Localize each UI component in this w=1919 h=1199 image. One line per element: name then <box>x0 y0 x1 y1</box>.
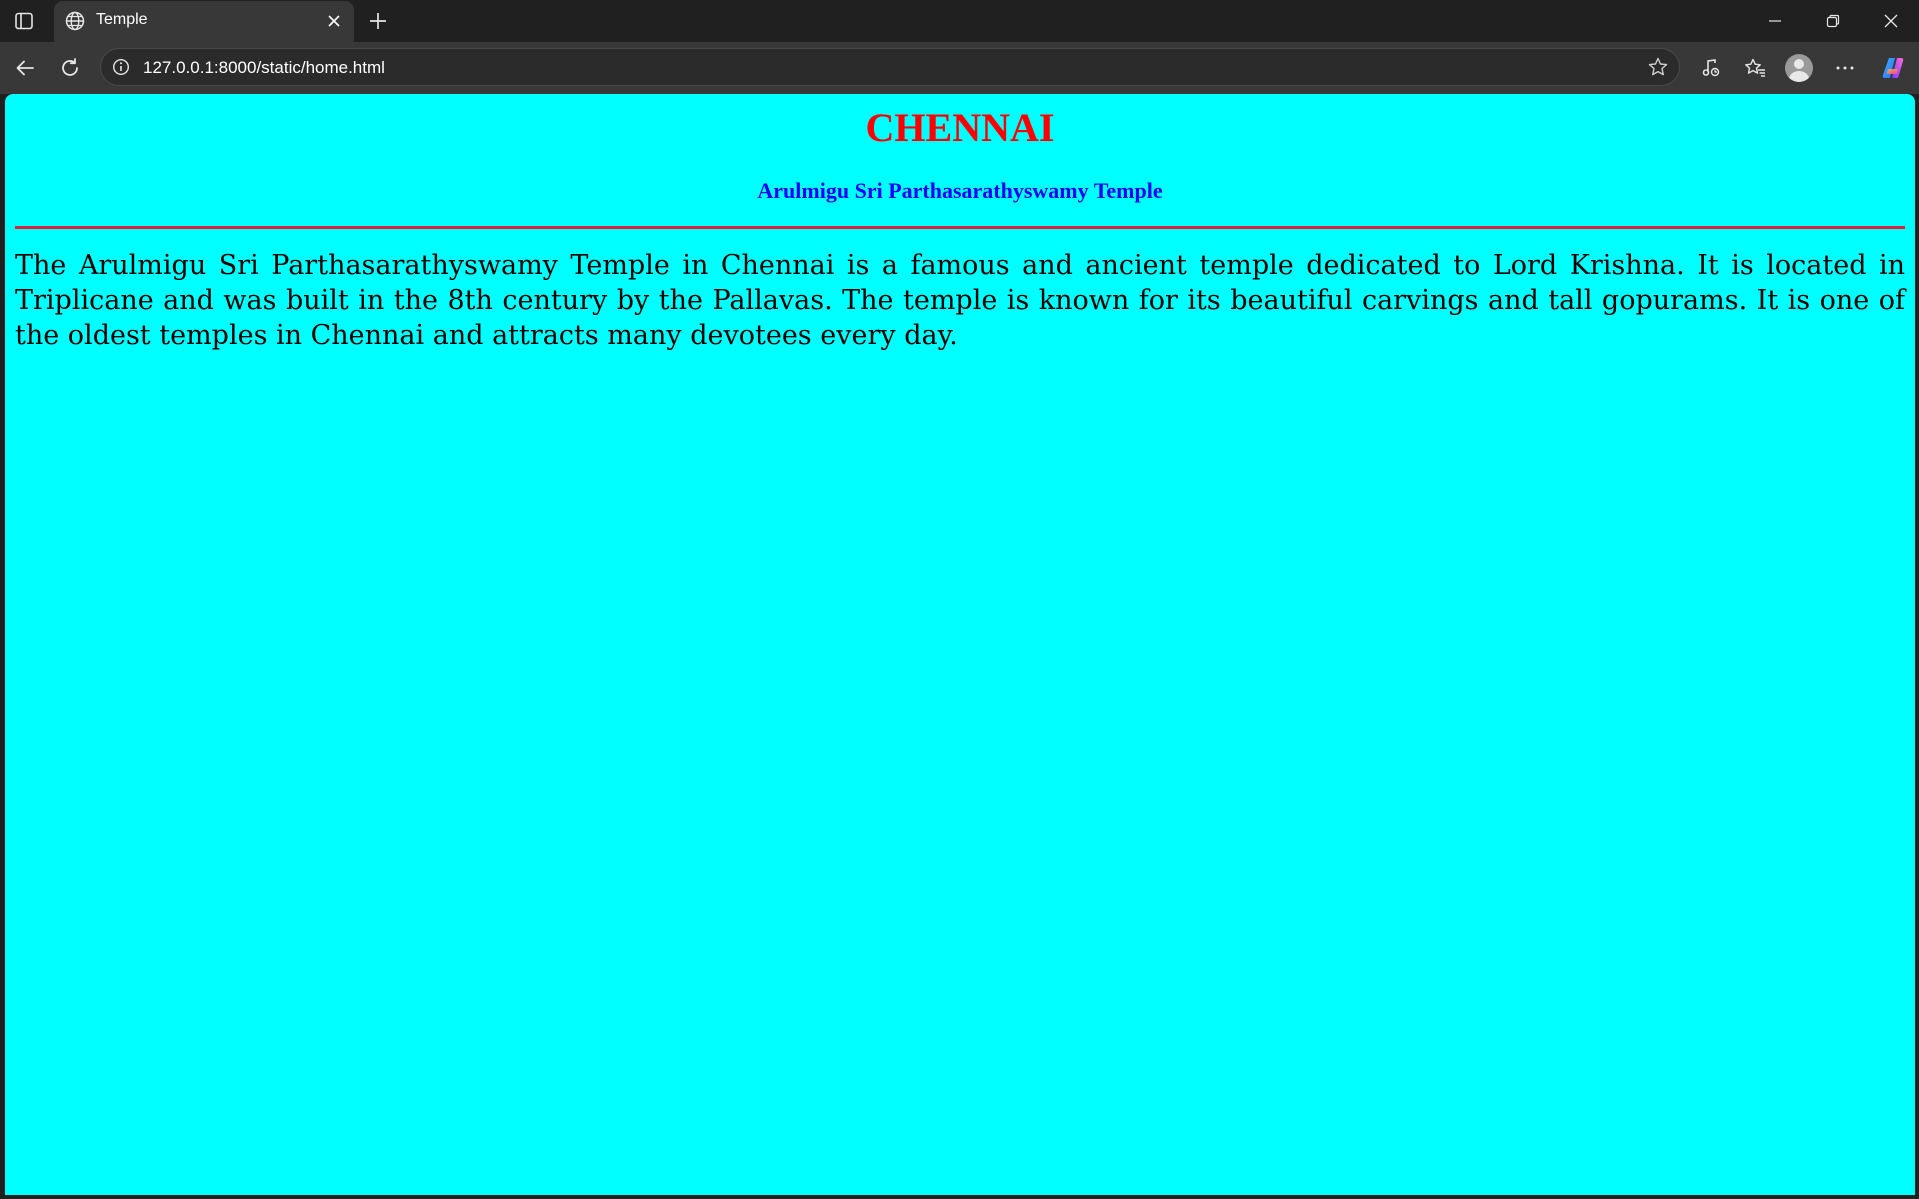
temple-description: The Arulmigu Sri Parthasarathyswamy Temp… <box>15 250 1905 351</box>
browser-tab[interactable]: Temple <box>54 1 354 42</box>
info-icon[interactable] <box>111 57 131 77</box>
url-text[interactable]: 127.0.0.1:8000/static/home.html <box>143 58 1543 78</box>
browser-toolbar: 127.0.0.1:8000/static/home.html <box>0 42 1919 94</box>
media-control-icon <box>1702 59 1720 77</box>
profile-avatar <box>1785 54 1813 82</box>
more-dots-icon <box>1836 66 1854 70</box>
media-control-button[interactable] <box>1696 53 1726 83</box>
copilot-button[interactable] <box>1878 53 1908 83</box>
more-options-button[interactable] <box>1830 53 1860 83</box>
address-bar[interactable]: 127.0.0.1:8000/static/home.html <box>100 48 1680 86</box>
tab-actions-icon[interactable] <box>12 9 36 33</box>
back-arrow-icon <box>16 60 34 76</box>
back-button[interactable] <box>10 53 40 83</box>
temple-name-heading: Arulmigu Sri Parthasarathyswamy Temple <box>757 178 1163 203</box>
new-tab-button[interactable] <box>364 7 392 35</box>
restore-icon <box>1826 14 1840 28</box>
minimize-icon <box>1769 20 1781 22</box>
star-icon[interactable] <box>1647 56 1669 78</box>
horizontal-rule <box>15 226 1905 229</box>
reload-button[interactable] <box>55 53 85 83</box>
copilot-icon <box>1882 58 1904 78</box>
close-window-button[interactable] <box>1863 0 1919 42</box>
tab-close-icon[interactable] <box>324 11 344 31</box>
reload-icon <box>62 58 78 76</box>
globe-icon <box>64 10 86 32</box>
plus-icon <box>370 13 386 29</box>
restore-button[interactable] <box>1805 0 1861 42</box>
page-viewport: CHENNAI Arulmigu Sri Parthasarathyswamy … <box>5 94 1915 1195</box>
favorites-button[interactable] <box>1740 53 1770 83</box>
tab-strip: Temple <box>0 0 1919 42</box>
page-title: CHENNAI <box>865 105 1055 150</box>
favorites-icon <box>1745 58 1765 77</box>
close-icon <box>1884 14 1898 28</box>
minimize-button[interactable] <box>1747 0 1803 42</box>
profile-button[interactable] <box>1784 53 1814 83</box>
tab-title: Temple <box>96 11 148 28</box>
